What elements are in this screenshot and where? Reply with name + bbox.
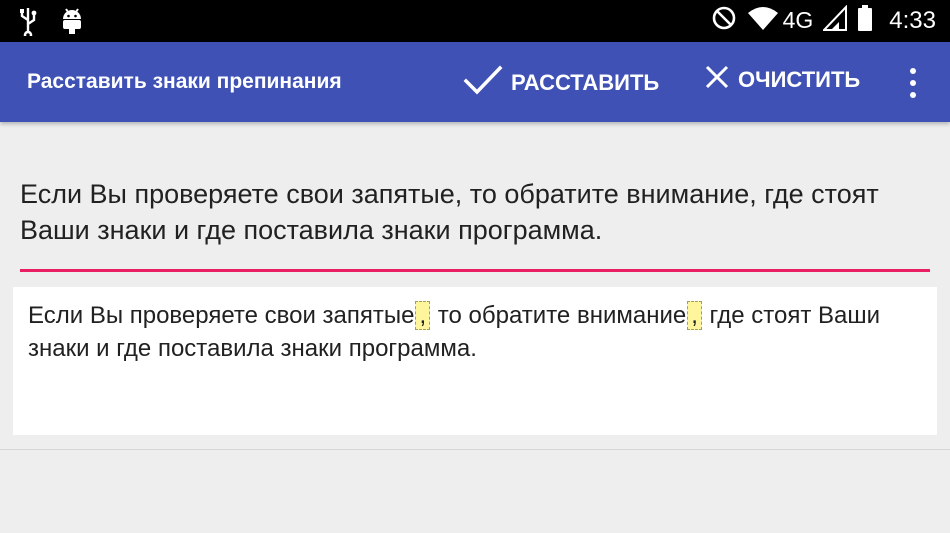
wifi-icon (747, 5, 779, 36)
input-underline (20, 269, 930, 272)
clear-button-label: ОЧИСТИТЬ (738, 67, 861, 92)
clock: 4:33 (889, 6, 936, 34)
result-segment: то обратите внимание (431, 302, 687, 329)
app-title: Расставить знаки препинания (27, 70, 342, 93)
divider (0, 449, 950, 450)
android-debug-icon (60, 7, 84, 40)
clear-button[interactable]: ОЧИСТИТЬ (704, 64, 860, 96)
check-icon (463, 64, 503, 102)
result-text: Если Вы проверяете свои запятые, то обра… (28, 299, 928, 365)
status-bar: 4G 4:33 (0, 0, 950, 42)
inserted-comma: , (415, 301, 431, 330)
input-text: Если Вы проверяете свои запятые, то обра… (20, 179, 879, 245)
result-card: Если Вы проверяете свои запятые, то обра… (13, 287, 937, 435)
battery-icon (857, 4, 873, 37)
network-type: 4G (782, 7, 814, 33)
signal-icon (821, 4, 848, 36)
inserted-comma: , (687, 301, 702, 330)
apply-punctuation-button[interactable]: РАССТАВИТЬ (463, 64, 659, 102)
do-not-disturb-icon (711, 5, 737, 36)
close-icon (704, 64, 730, 96)
usb-icon (18, 6, 38, 41)
overflow-menu-icon[interactable] (902, 66, 924, 100)
apply-button-label: РАССТАВИТЬ (511, 70, 660, 95)
result-segment: Если Вы проверяете свои запятые (28, 302, 415, 329)
text-input-field[interactable]: Если Вы проверяете свои запятые, то обра… (20, 176, 930, 248)
app-bar: Расставить знаки препинания РАССТАВИТЬ О… (0, 42, 950, 122)
